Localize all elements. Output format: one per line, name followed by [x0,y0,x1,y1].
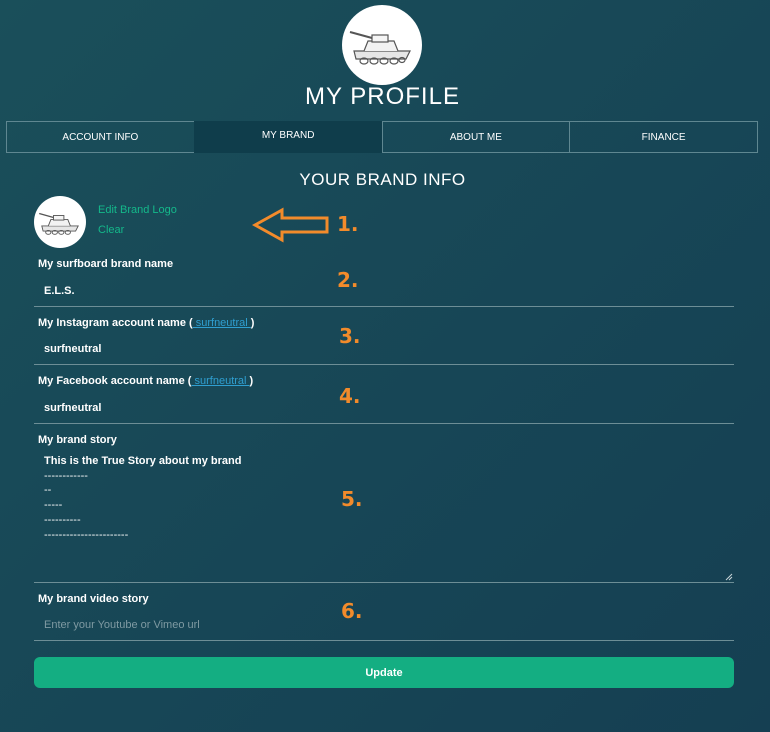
tab-my-brand[interactable]: MY BRAND [193,121,383,153]
instagram-field: My Instagram account name ( surfneutral … [34,317,734,365]
instagram-input[interactable]: surfneutral [44,343,101,355]
profile-tabs: ACCOUNT INFO MY BRAND ABOUT ME FINANCE [6,121,758,153]
brand-story-textarea[interactable]: This is the True Story about my brand --… [44,454,241,542]
brand-story-field: My brand story This is the True Story ab… [34,434,734,583]
tab-finance[interactable]: FINANCE [569,121,758,153]
profile-avatar [342,5,422,85]
page-title: MY PROFILE [305,83,460,110]
tank-icon [349,31,411,65]
facebook-label: My Facebook account name ( surfneutral ) [38,375,254,387]
instagram-label: My Instagram account name ( surfneutral … [38,317,255,329]
annotation-1: 1. [337,212,359,236]
brand-logo [34,196,86,248]
clear-logo-link[interactable]: Clear [98,224,124,236]
instagram-link[interactable]: surfneutral [193,317,251,329]
brand-name-field: My surfboard brand name E.L.S. [34,258,734,307]
tank-icon [39,212,79,235]
brand-name-label: My surfboard brand name [38,258,174,270]
facebook-input[interactable]: surfneutral [44,402,101,414]
video-url-input[interactable]: Enter your Youtube or Vimeo url [44,619,200,631]
arrow-left-icon [252,207,329,243]
edit-brand-logo-link[interactable]: Edit Brand Logo [98,204,177,216]
tab-account-info[interactable]: ACCOUNT INFO [6,121,195,153]
facebook-link[interactable]: surfneutral [191,375,249,387]
facebook-field: My Facebook account name ( surfneutral )… [34,375,734,424]
brand-story-label: My brand story [38,434,117,446]
section-title: YOUR BRAND INFO [299,170,466,189]
resize-grip-icon[interactable] [725,573,733,581]
tab-about-me[interactable]: ABOUT ME [381,121,571,153]
video-story-field: My brand video story Enter your Youtube … [34,593,734,641]
update-button[interactable]: Update [34,657,734,688]
brand-name-input[interactable]: E.L.S. [44,285,75,297]
video-story-label: My brand video story [38,593,149,605]
